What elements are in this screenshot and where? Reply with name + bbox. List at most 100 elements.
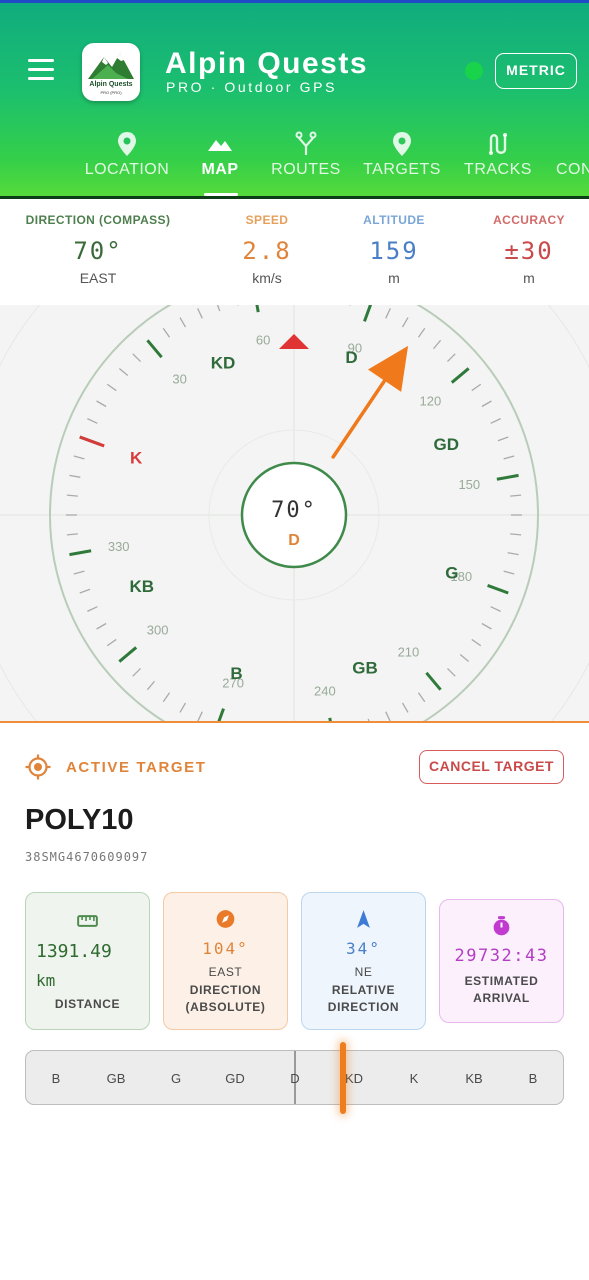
- tab-tracks[interactable]: TRACKS: [462, 131, 534, 197]
- tab-routes[interactable]: ROUTES: [268, 131, 344, 197]
- degree-label: 120: [420, 394, 442, 409]
- compass-tick: [497, 436, 509, 442]
- target-name: POLY10: [25, 804, 134, 836]
- compass-tick: [507, 552, 519, 556]
- compass-tick: [446, 667, 456, 677]
- stat-unit: m: [388, 270, 400, 286]
- tab-label: TARGETS: [363, 161, 441, 178]
- compass-tick: [510, 494, 522, 497]
- target-coordinate: 38SMG4670609097: [25, 850, 149, 864]
- stats-bar: DIRECTION (COMPASS) 70° EAST SPEED 2.8 k…: [0, 199, 589, 305]
- stopwatch-icon: [493, 916, 510, 936]
- direction-value: 104°: [202, 939, 249, 958]
- app-subtitle: PRO · Outdoor GPS: [166, 79, 338, 95]
- north-tick: [79, 435, 105, 448]
- compass-tick: [179, 702, 187, 713]
- stat-unit: km/s: [252, 270, 282, 286]
- compass-tick: [146, 680, 156, 691]
- compass-tick: [66, 533, 78, 536]
- compass-tick: [446, 353, 456, 363]
- distance-unit: km: [36, 971, 56, 990]
- tab-label: TRACKS: [464, 161, 532, 178]
- compass-tick: [96, 622, 107, 630]
- tab-location[interactable]: LOCATION: [82, 131, 172, 197]
- compass-tick: [481, 622, 492, 630]
- strip-label: GD: [225, 1071, 245, 1086]
- compass-dial: 609012015018021024027030033030KD DGDGGBBK…: [0, 305, 589, 723]
- relative-sub: NE: [354, 965, 373, 979]
- stat-unit: m: [523, 270, 535, 286]
- compass-tick: [503, 570, 515, 575]
- tab-label: ROUTES: [271, 161, 341, 178]
- compass-tick: [87, 606, 98, 612]
- cardinal-label: G: [445, 563, 458, 582]
- compass-tick: [471, 638, 482, 647]
- degree-label: 30: [172, 372, 186, 387]
- compass-tick: [132, 667, 142, 677]
- stat-speed: SPEED 2.8 km/s: [232, 213, 302, 286]
- crosshair-target-icon: [25, 754, 51, 780]
- cardinal-label: D: [345, 348, 357, 367]
- stat-label: SPEED: [245, 213, 289, 227]
- mountain-icon: [208, 140, 232, 151]
- strip-label: KD: [344, 1071, 364, 1086]
- compass-tick: [96, 400, 107, 408]
- cardinal-label: GB: [352, 658, 378, 677]
- strip-label: K: [409, 1071, 419, 1086]
- compass-tick: [146, 339, 163, 359]
- compass-tick: [106, 383, 117, 392]
- stat-label: ALTITUDE: [363, 213, 425, 227]
- relative-value: 34°: [346, 939, 381, 958]
- cardinal-label: B: [230, 664, 242, 683]
- compass-tick: [197, 308, 203, 319]
- compass-tick: [481, 400, 492, 408]
- compass-tick: [432, 339, 442, 350]
- compass-tick: [255, 305, 260, 313]
- compass-view[interactable]: 60 90 120 150 180 210 240 270 300 330 30 KD D GD G GB B K…: [0, 305, 589, 723]
- relative-label-sub: DIRECTION: [327, 1000, 400, 1014]
- unit-toggle-button[interactable]: METRIC: [495, 53, 577, 89]
- strip-label: KB: [465, 1071, 483, 1086]
- compass-tick: [401, 317, 409, 328]
- compass-tick: [132, 353, 142, 363]
- active-target-label: ACTIVE TARGET: [66, 759, 207, 776]
- compass-tick: [487, 584, 509, 595]
- stat-value: 159: [369, 237, 419, 265]
- degree-label: 150: [458, 477, 480, 492]
- direction-sub: EAST: [208, 965, 243, 979]
- hamburger-menu-icon[interactable]: [26, 55, 60, 85]
- app-header: Alpin Quests PRO (PRO) Alpin Quests PRO …: [0, 0, 589, 198]
- heading-marker: [279, 334, 309, 349]
- degree-label: 300: [147, 622, 169, 637]
- center-heading-value: 70°: [271, 498, 317, 523]
- cardinal-label: KD: [211, 354, 236, 373]
- compass-tick: [471, 383, 482, 392]
- compass-tick: [425, 671, 442, 691]
- stat-value: ±30: [504, 237, 554, 265]
- map-pin-icon: [118, 132, 136, 156]
- stat-unit: EAST: [79, 270, 117, 286]
- stat-accuracy: ACCURACY ±30 m: [489, 213, 569, 286]
- stat-value: 2.8: [242, 237, 292, 265]
- degree-label: 330: [108, 539, 130, 554]
- cancel-target-button[interactable]: CANCEL TARGET: [419, 750, 564, 784]
- compass-tick: [401, 702, 409, 713]
- compass-tick: [490, 418, 501, 424]
- app-screen: Alpin Quests PRO (PRO) Alpin Quests PRO …: [0, 0, 589, 1280]
- ruler-icon: [77, 915, 98, 927]
- degree-label: 210: [398, 644, 420, 659]
- tab-config[interactable]: CON: [556, 131, 589, 197]
- strip-label: GB: [106, 1071, 126, 1086]
- center-heading-letter: D: [288, 532, 300, 549]
- compass-icon: [216, 910, 235, 928]
- distance-card: 1391.49 km DISTANCE: [25, 892, 150, 1030]
- mountain-logo-icon: [88, 53, 134, 79]
- stat-direction: DIRECTION (COMPASS) 70° EAST: [25, 213, 171, 286]
- compass-tick: [385, 308, 391, 319]
- tab-targets[interactable]: TARGETS: [362, 131, 442, 197]
- stat-value: 70°: [73, 237, 123, 265]
- direction-label: DIRECTION: [189, 983, 262, 997]
- tab-map[interactable]: MAP: [190, 131, 250, 197]
- distance-value: 1391.49: [36, 941, 112, 962]
- arrival-label: ESTIMATED: [464, 974, 539, 988]
